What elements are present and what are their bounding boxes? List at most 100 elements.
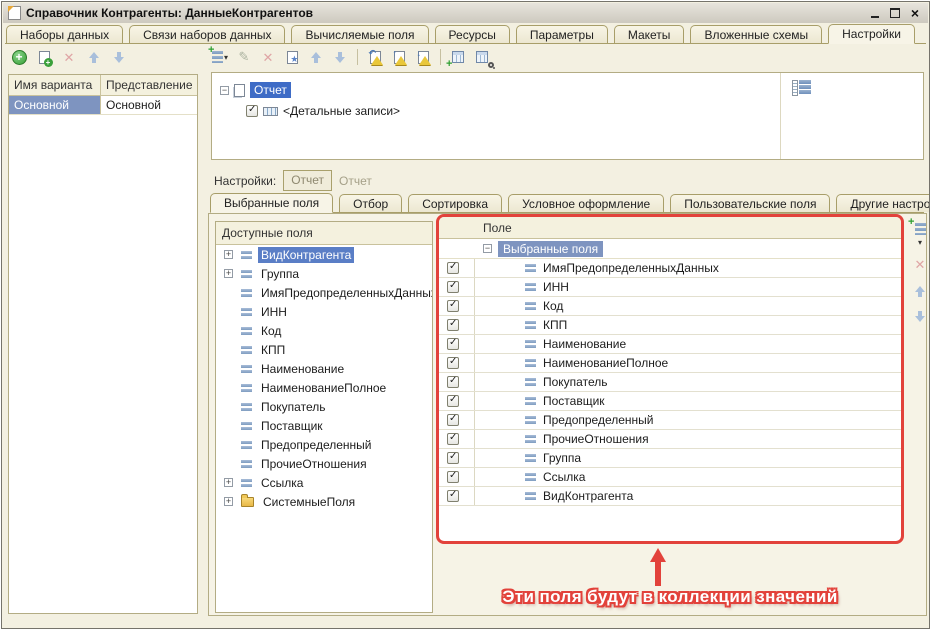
tab-data-set-links[interactable]: Связи наборов данных (129, 25, 285, 43)
available-field-row[interactable]: ИНН (216, 302, 432, 321)
move-down-icon[interactable] (911, 307, 929, 325)
field-label[interactable]: ПрочиеОтношения (258, 456, 370, 472)
variant-row[interactable]: Основной Основной (9, 96, 197, 115)
field-label[interactable]: Поставщик (258, 418, 326, 434)
variant-name-cell[interactable]: Основной (9, 96, 101, 114)
selected-field-row[interactable]: ИмяПредопределенныхДанных (439, 259, 901, 278)
tab-data-sets[interactable]: Наборы данных (6, 25, 123, 43)
wizard-icon[interactable]: ★ (283, 48, 301, 66)
selected-field-row[interactable]: Группа (439, 449, 901, 468)
tab-parameters[interactable]: Параметры (516, 25, 608, 43)
field-label[interactable]: НаименованиеПолное (258, 380, 389, 396)
add-dropdown-icon[interactable]: + (911, 220, 929, 238)
field-label[interactable]: КПП (543, 318, 567, 332)
close-button[interactable]: × (906, 5, 924, 20)
selected-field-row[interactable]: ПрочиеОтношения (439, 430, 901, 449)
move-up-icon[interactable] (307, 48, 325, 66)
tab-other-settings[interactable]: Другие настройки (836, 194, 930, 212)
selected-field-row[interactable]: Поставщик (439, 392, 901, 411)
selected-fields-group-row[interactable]: − Выбранные поля (439, 239, 901, 259)
field-label[interactable]: ИмяПредопределенныхДанных (258, 285, 433, 301)
field-label[interactable]: Код (258, 323, 284, 339)
expand-icon[interactable]: + (224, 269, 233, 278)
field-label[interactable]: КПП (258, 342, 288, 358)
checkbox-checked[interactable] (246, 105, 258, 117)
expand-icon[interactable]: + (224, 497, 233, 506)
field-label[interactable]: Код (543, 299, 563, 313)
delete-icon[interactable]: ✕ (259, 48, 277, 66)
available-field-row[interactable]: ПрочиеОтношения (216, 454, 432, 473)
field-label[interactable]: ИмяПредопределенныхДанных (543, 261, 719, 275)
available-field-row[interactable]: КПП (216, 340, 432, 359)
checkbox-checked[interactable] (447, 281, 459, 293)
dropdown-caret-icon[interactable]: ▾ (918, 238, 922, 247)
field-label[interactable]: Группа (258, 266, 302, 282)
move-down-icon[interactable] (331, 48, 349, 66)
checkbox-checked[interactable] (447, 414, 459, 426)
add-copy-icon[interactable]: + (35, 48, 53, 66)
selected-field-row[interactable]: ВидКонтрагента (439, 487, 901, 506)
expand-icon[interactable]: + (224, 250, 233, 259)
field-label[interactable]: Покупатель (258, 399, 328, 415)
expand-icon[interactable]: + (224, 478, 233, 487)
field-label[interactable]: Группа (543, 451, 581, 465)
tab-settings[interactable]: Настройки (828, 24, 915, 44)
edit-icon[interactable]: ✎ (235, 48, 253, 66)
minimize-button[interactable] (866, 5, 884, 20)
collapse-icon[interactable]: − (483, 244, 492, 253)
checkbox-checked[interactable] (447, 433, 459, 445)
tree-child-row[interactable]: <Детальные записи> (246, 104, 400, 118)
open-variant-icon[interactable]: ↶ (366, 48, 384, 66)
checkbox-checked[interactable] (447, 357, 459, 369)
available-field-row[interactable]: Поставщик (216, 416, 432, 435)
selected-field-row[interactable]: ИНН (439, 278, 901, 297)
field-label[interactable]: Наименование (543, 337, 626, 351)
variant-presentation-cell[interactable]: Основной (101, 96, 197, 114)
field-label[interactable]: Наименование (258, 361, 347, 377)
field-label[interactable]: ВидКонтрагента (258, 247, 354, 263)
tab-selected-fields[interactable]: Выбранные поля (210, 193, 333, 213)
field-label[interactable]: Ссылка (543, 470, 585, 484)
load-variant-icon[interactable]: ↑ (390, 48, 408, 66)
tab-calculated-fields[interactable]: Вычисляемые поля (291, 25, 428, 43)
field-label[interactable]: Покупатель (543, 375, 607, 389)
available-field-row[interactable]: Код (216, 321, 432, 340)
tab-sorting[interactable]: Сортировка (408, 194, 502, 212)
selected-field-row[interactable]: НаименованиеПолное (439, 354, 901, 373)
tree-root-row[interactable]: − Отчет (220, 82, 291, 98)
checkbox-checked[interactable] (447, 262, 459, 274)
find-table-icon[interactable] (473, 48, 491, 66)
tree-root-label[interactable]: Отчет (250, 82, 291, 98)
available-field-row[interactable]: Покупатель (216, 397, 432, 416)
field-label[interactable]: ВидКонтрагента (543, 489, 633, 503)
checkbox-checked[interactable] (447, 395, 459, 407)
available-field-row[interactable]: НаименованиеПолное (216, 378, 432, 397)
add-icon[interactable]: + (10, 48, 28, 66)
field-label[interactable]: ИНН (543, 280, 569, 294)
selected-field-row[interactable]: Код (439, 297, 901, 316)
restore-button[interactable] (886, 5, 904, 20)
checkbox-checked[interactable] (447, 319, 459, 331)
selected-field-row[interactable]: КПП (439, 316, 901, 335)
group-label[interactable]: Выбранные поля (498, 241, 603, 257)
field-label[interactable]: ИНН (258, 304, 290, 320)
move-up-icon[interactable] (85, 48, 103, 66)
checkbox-checked[interactable] (447, 490, 459, 502)
available-field-row[interactable]: ИмяПредопределенныхДанных (216, 283, 432, 302)
available-field-row[interactable]: + СистемныеПоля (216, 492, 432, 511)
save-variant-icon[interactable]: ↓ (414, 48, 432, 66)
checkbox-checked[interactable] (447, 300, 459, 312)
available-field-row[interactable]: + Ссылка (216, 473, 432, 492)
available-field-row[interactable]: + ВидКонтрагента (216, 245, 432, 264)
delete-icon[interactable]: ✕ (60, 48, 78, 66)
add-dropdown-icon[interactable]: +▾ (211, 48, 229, 66)
selected-field-row[interactable]: Предопределенный (439, 411, 901, 430)
tab-filter[interactable]: Отбор (339, 194, 402, 212)
field-label[interactable]: ПрочиеОтношения (543, 432, 649, 446)
field-label[interactable]: Ссылка (258, 475, 306, 491)
field-label[interactable]: Поставщик (543, 394, 605, 408)
delete-icon[interactable]: ✕ (915, 257, 926, 273)
tab-conditional-appearance[interactable]: Условное оформление (508, 194, 664, 212)
field-label[interactable]: СистемныеПоля (260, 494, 358, 510)
checkbox-checked[interactable] (447, 376, 459, 388)
